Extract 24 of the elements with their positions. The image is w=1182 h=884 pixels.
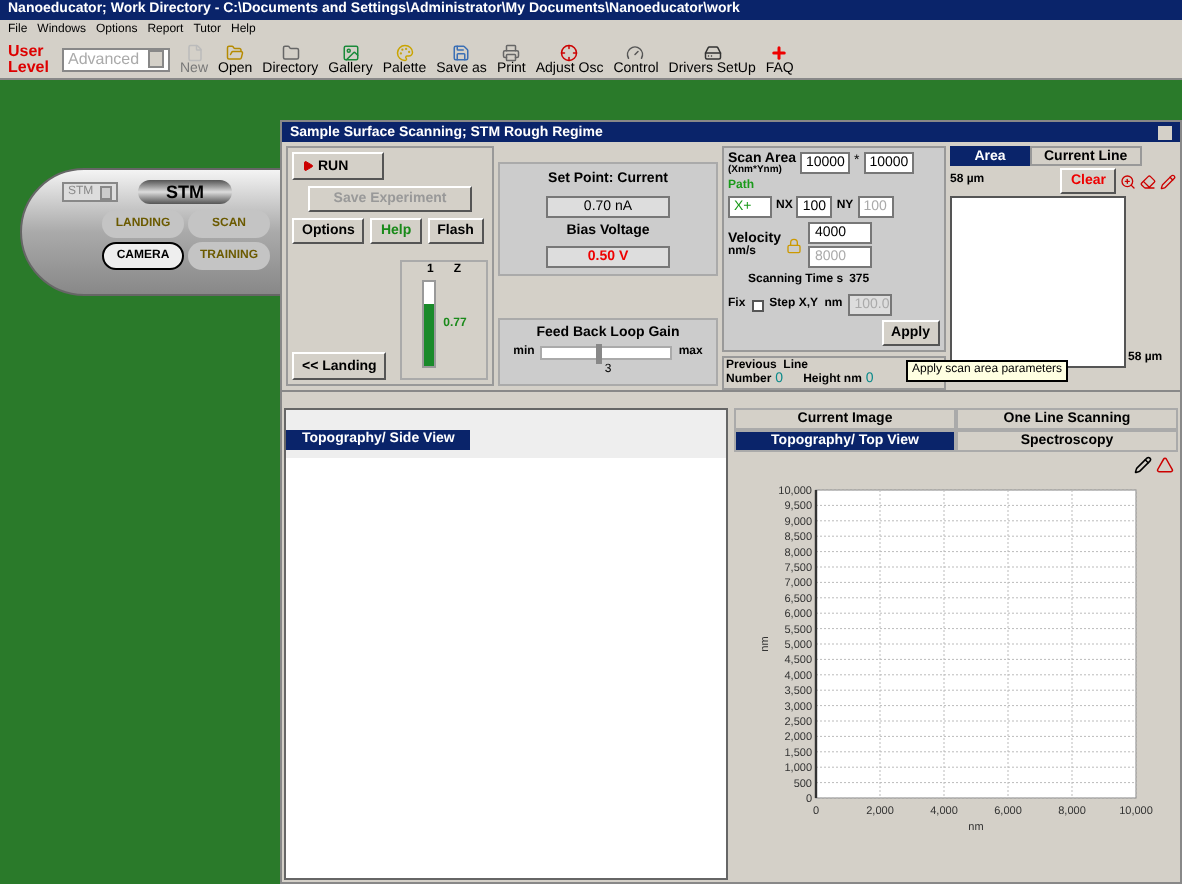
gauge-icon — [626, 43, 645, 61]
close-button[interactable] — [1158, 125, 1172, 139]
pencil-icon — [1160, 173, 1176, 189]
zoom-in-icon — [1120, 173, 1136, 189]
save-icon — [452, 43, 471, 61]
triangle-icon — [1156, 456, 1174, 474]
image-icon — [341, 43, 360, 61]
folder-icon — [226, 43, 245, 61]
mode-title: STM — [138, 180, 232, 204]
eraser-icon — [1140, 173, 1156, 189]
crosshair-icon — [560, 43, 579, 61]
file-icon — [185, 43, 203, 61]
drive-icon — [703, 43, 722, 61]
gain-slider[interactable] — [540, 346, 673, 360]
pencil-icon — [1134, 456, 1152, 474]
play-icon — [302, 160, 314, 172]
printer-icon — [502, 43, 521, 61]
plus-icon — [770, 43, 789, 61]
slider-thumb[interactable] — [596, 344, 603, 364]
folder-icon — [281, 43, 300, 61]
lock-icon — [786, 237, 803, 253]
user-level-label: User Level — [8, 43, 51, 75]
palette-icon — [395, 43, 414, 61]
fix-checkbox[interactable] — [751, 299, 764, 311]
